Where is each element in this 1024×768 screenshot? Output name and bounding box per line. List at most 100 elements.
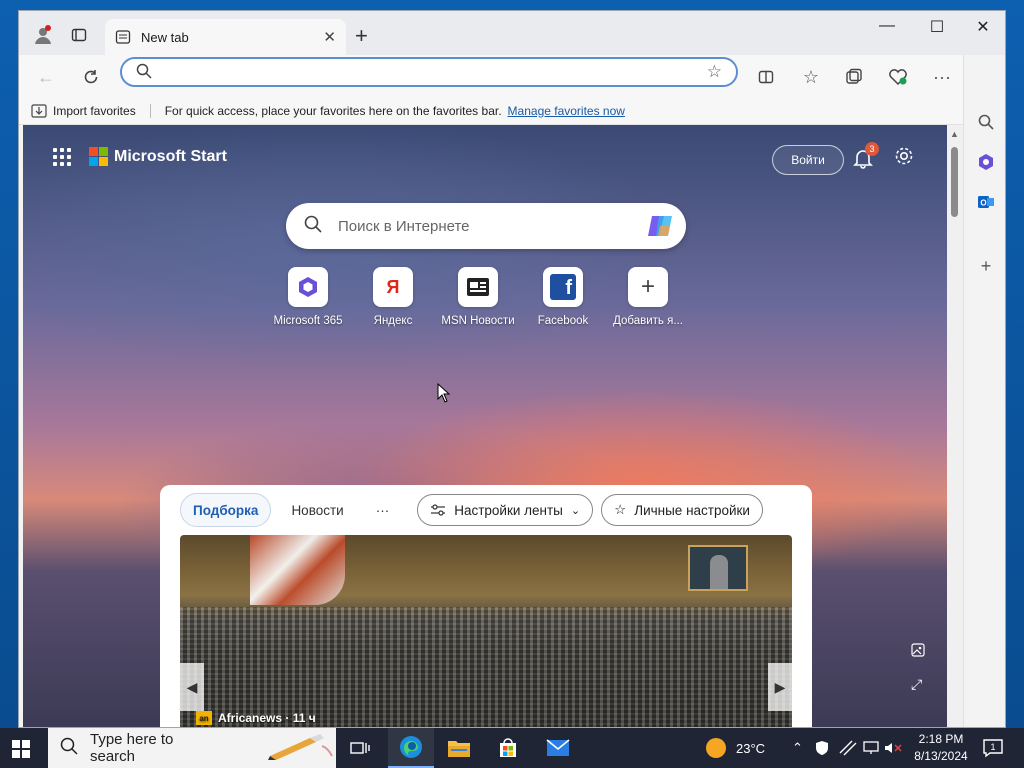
security-shield-icon[interactable] <box>815 728 829 768</box>
address-bar[interactable]: ☆ <box>120 57 738 87</box>
scrollbar-thumb[interactable] <box>951 147 958 217</box>
edge-sidebar: O + ⚙ <box>963 55 1005 727</box>
display-icon[interactable] <box>863 728 879 768</box>
sparkle-star-icon: ☆ <box>614 502 627 517</box>
image-assembly-hall <box>180 607 792 727</box>
search-icon <box>136 63 152 84</box>
page-scrollbar[interactable]: ▲ <box>947 125 963 727</box>
copilot-search-icon[interactable] <box>646 212 676 245</box>
notification-center-icon[interactable]: 1 <box>982 728 1004 768</box>
taskbar-file-explorer-icon[interactable] <box>436 728 482 768</box>
personal-settings-button[interactable]: ☆ Личные настройки <box>601 494 763 526</box>
more-tabs-button[interactable]: ··· <box>364 493 402 527</box>
facebook-icon: f <box>543 267 583 307</box>
article-source-label: Africanews · 11 ч <box>218 711 316 725</box>
back-button[interactable]: ← <box>33 64 59 90</box>
taskbar-search-placeholder: Type here to search <box>90 731 174 765</box>
search-icon <box>60 737 78 759</box>
new-tab-page: Microsoft Start Войти 3 Поиск в Интернет… <box>23 125 947 727</box>
quick-link-label: MSN Новости <box>441 315 515 327</box>
carousel-prev-button[interactable]: ◀ <box>180 663 204 711</box>
scroll-up-arrow-icon[interactable]: ▲ <box>950 129 959 139</box>
sidebar-add-icon[interactable]: + <box>973 253 999 279</box>
quick-link-msn-news[interactable]: MSN Новости <box>441 267 515 327</box>
show-hidden-icons-chevron-icon[interactable]: ⌃ <box>792 728 803 768</box>
taskbar-store-icon[interactable] <box>485 728 531 768</box>
manage-favorites-link[interactable]: Manage favorites now <box>508 104 625 118</box>
weather-widget[interactable]: 23°C <box>706 728 765 768</box>
windows-start-icon[interactable] <box>12 740 30 763</box>
import-favorites-button[interactable]: Import favorites <box>31 103 151 118</box>
refresh-button[interactable] <box>78 64 104 90</box>
taskbar-edge-icon[interactable] <box>388 728 434 768</box>
tab-top-stories[interactable]: Подборка <box>180 493 272 527</box>
news-article-image[interactable]: ◀ ▶ an Africanews · 11 ч <box>180 535 792 727</box>
article-source[interactable]: an Africanews · 11 ч <box>196 711 316 725</box>
profile-icon[interactable] <box>29 21 57 49</box>
feed-settings-button[interactable]: Настройки ленты ⌄ <box>417 494 594 526</box>
minimize-button[interactable]: — <box>867 17 907 35</box>
image-screen-speaker <box>688 545 748 591</box>
quick-link-facebook[interactable]: f Facebook <box>528 267 598 327</box>
taskbar-mail-icon[interactable] <box>535 728 581 768</box>
web-search-box[interactable]: Поиск в Интернете <box>286 203 686 249</box>
clock-time: 2:18 PM <box>918 732 964 746</box>
sidebar-search-icon[interactable] <box>973 109 999 135</box>
maximize-button[interactable]: ☐ <box>917 17 957 37</box>
favorites-icon[interactable]: ☆ <box>798 64 824 90</box>
split-screen-icon[interactable] <box>753 64 779 90</box>
quick-link-microsoft-365[interactable]: Microsoft 365 <box>273 267 343 327</box>
network-icon[interactable] <box>839 728 857 768</box>
add-icon: + <box>628 267 668 307</box>
yandex-icon: Я <box>373 267 413 307</box>
close-tab-icon[interactable]: ✕ <box>323 28 336 46</box>
app-launcher-icon[interactable] <box>53 147 71 166</box>
microsoft-logo-icon <box>89 147 108 166</box>
quick-link-label: Добавить я... <box>613 315 683 327</box>
personal-settings-label: Личные настройки <box>634 502 750 518</box>
add-favorite-star-icon[interactable]: ☆ <box>707 62 722 82</box>
new-tab-button[interactable]: + <box>355 23 368 49</box>
quick-link-add[interactable]: + Добавить я... <box>613 267 683 327</box>
expand-icon[interactable]: ⤢ <box>911 676 922 693</box>
import-favorites-label: Import favorites <box>53 103 136 118</box>
msn-news-icon <box>458 267 498 307</box>
carousel-next-button[interactable]: ▶ <box>768 663 792 711</box>
svg-text:O: O <box>980 199 986 208</box>
volume-muted-icon[interactable] <box>884 728 902 768</box>
browser-essentials-icon[interactable] <box>885 64 911 90</box>
sidebar-microsoft-365-icon[interactable] <box>973 149 999 175</box>
quick-link-label: Яндекс <box>373 315 413 327</box>
quick-link-yandex[interactable]: Я Яндекс <box>358 267 428 327</box>
new-tab-page-icon <box>115 29 131 45</box>
news-feed-card: Подборка Новости ··· Настройки ленты ⌄ ☆… <box>160 485 812 727</box>
task-view-icon[interactable] <box>337 728 383 768</box>
tab-title: New tab <box>141 29 189 45</box>
quick-links: Microsoft 365 Я Яндекс MSN Новости f Fac… <box>273 267 683 327</box>
feed-tabs: Подборка Новости ··· Настройки ленты ⌄ ☆… <box>180 493 763 527</box>
change-background-icon[interactable] <box>911 643 925 660</box>
edge-browser-window: New tab ✕ + — ☐ ✕ ← ☆ ☆ ··· Import favor… <box>18 10 1006 728</box>
tab-news[interactable]: Новости <box>279 493 355 527</box>
quick-link-label: Facebook <box>537 315 589 327</box>
web-search-placeholder: Поиск в Интернете <box>338 217 470 235</box>
sidebar-outlook-icon[interactable]: O <box>973 189 999 215</box>
tab-actions-icon[interactable] <box>65 21 93 49</box>
taskbar-clock[interactable]: 2:18 PM 8/13/2024 <box>910 731 972 765</box>
sign-in-button[interactable]: Войти <box>772 145 844 175</box>
tab-new-tab[interactable]: New tab ✕ <box>105 19 346 55</box>
collections-icon[interactable] <box>841 64 867 90</box>
feed-settings-label: Настройки ленты <box>454 502 563 518</box>
taskbar-search-box[interactable]: Type here to search <box>48 728 336 768</box>
page-settings-gear-icon[interactable] <box>893 145 915 173</box>
chevron-down-icon: ⌄ <box>570 504 581 517</box>
mouse-cursor-icon <box>437 382 451 408</box>
favorites-bar: Import favorites For quick access, place… <box>19 97 1005 125</box>
search-icon <box>304 215 322 238</box>
clock-date: 8/13/2024 <box>914 749 968 763</box>
microsoft-start-title: Microsoft Start <box>114 147 227 165</box>
quick-link-label: Microsoft 365 <box>273 315 343 327</box>
more-options-icon[interactable]: ··· <box>929 64 955 90</box>
microsoft-start-header: Microsoft Start <box>53 147 227 166</box>
close-window-button[interactable]: ✕ <box>963 17 1003 37</box>
